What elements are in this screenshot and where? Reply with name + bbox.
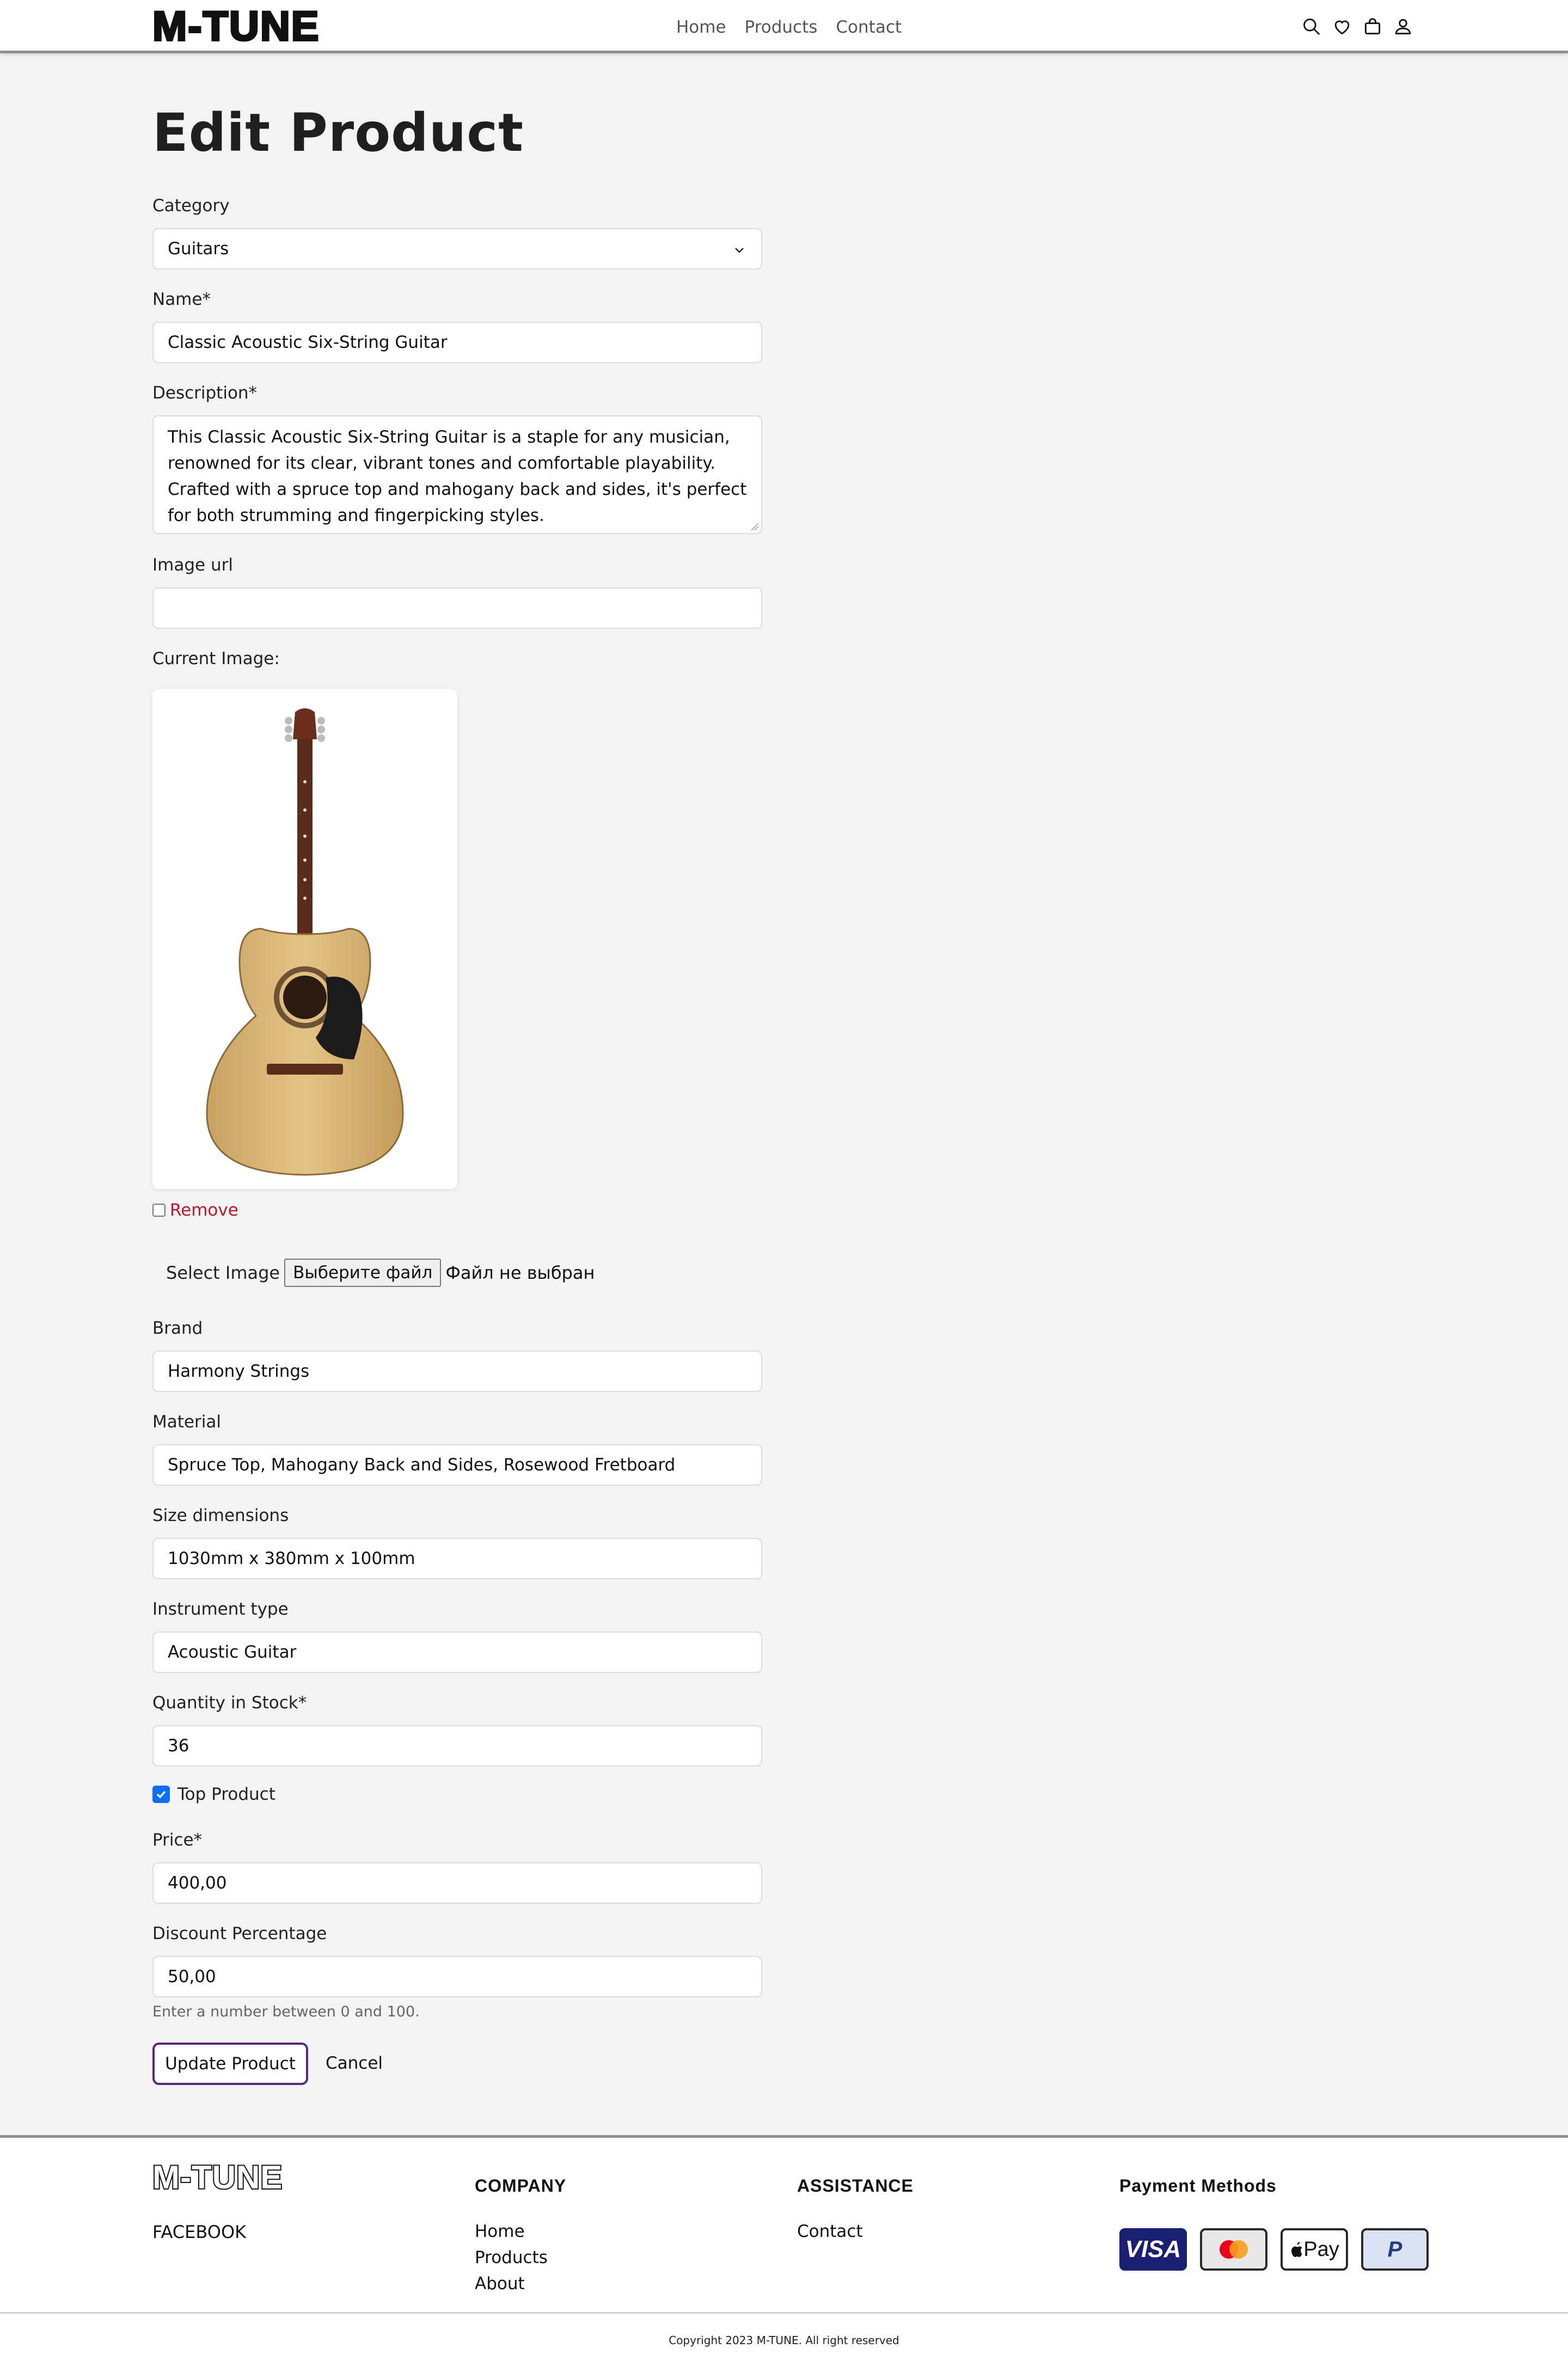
footer-logo[interactable]: M-TUNE xyxy=(151,2158,283,2197)
name-input[interactable]: Classic Acoustic Six-String Guitar xyxy=(152,322,762,363)
update-product-button[interactable]: Update Product xyxy=(152,2043,308,2085)
facebook-link[interactable]: FACEBOOK xyxy=(152,2222,246,2242)
remove-image-checkbox[interactable] xyxy=(152,1204,166,1217)
current-image xyxy=(152,689,457,1189)
mastercard-icon xyxy=(1200,2228,1267,2271)
cancel-link[interactable]: Cancel xyxy=(326,2052,383,2074)
payment-methods: VISA Pay P xyxy=(1119,2228,1429,2271)
discount-help-text: Enter a number between 0 and 100. xyxy=(152,2003,420,2020)
select-image-label: Select Image xyxy=(166,1262,280,1283)
resize-handle-icon[interactable] xyxy=(749,521,759,531)
instrument-type-label: Instrument type xyxy=(152,1599,289,1619)
discount-label: Discount Percentage xyxy=(152,1924,327,1943)
top-product-row: Top Product xyxy=(152,1785,275,1804)
nav-products[interactable]: Products xyxy=(745,15,818,39)
discount-input[interactable]: 50,00 xyxy=(152,1956,762,1997)
chevron-down-icon xyxy=(735,248,744,253)
brand-label: Brand xyxy=(152,1319,203,1338)
brand-logo[interactable]: M-TUNE xyxy=(151,2,320,51)
nav-home[interactable]: Home xyxy=(676,15,726,39)
material-label: Material xyxy=(152,1412,221,1432)
brand-input[interactable]: Harmony Strings xyxy=(152,1351,762,1392)
guitar-image xyxy=(206,708,404,1176)
heart-icon[interactable] xyxy=(1332,16,1352,37)
shopping-bag-icon[interactable] xyxy=(1362,16,1383,37)
visa-icon: VISA xyxy=(1119,2228,1187,2271)
footer: M-TUNE FACEBOOK COMPANY Home Products Ab… xyxy=(0,2135,1568,2367)
payment-heading: Payment Methods xyxy=(1119,2176,1277,2196)
apple-pay-icon: Pay xyxy=(1281,2228,1348,2271)
category-value: Guitars xyxy=(168,239,229,259)
description-label: Description* xyxy=(152,383,258,403)
remove-image-label[interactable]: Remove xyxy=(170,1200,238,1220)
footer-link-home[interactable]: Home xyxy=(475,2218,525,2245)
company-heading: COMPANY xyxy=(475,2176,567,2196)
nav-contact[interactable]: Contact xyxy=(836,15,902,39)
header-icons xyxy=(1301,16,1413,37)
instrument-type-input[interactable]: Acoustic Guitar xyxy=(152,1632,762,1673)
size-label: Size dimensions xyxy=(152,1506,289,1525)
description-text: This Classic Acoustic Six-String Guitar … xyxy=(168,427,747,525)
quantity-label: Quantity in Stock* xyxy=(152,1693,307,1713)
price-label: Price* xyxy=(152,1830,203,1850)
assistance-heading: ASSISTANCE xyxy=(797,2176,914,2196)
footer-link-products[interactable]: Products xyxy=(475,2245,548,2271)
main-nav: Home Products Contact xyxy=(676,15,902,39)
remove-image-row: Remove xyxy=(152,1200,238,1220)
page-title: Edit Product xyxy=(152,102,524,163)
choose-file-button[interactable]: Выберите файл xyxy=(284,1259,442,1287)
current-image-label: Current Image: xyxy=(152,649,280,669)
name-label: Name* xyxy=(152,290,211,309)
category-label: Category xyxy=(152,196,230,216)
image-url-input[interactable] xyxy=(152,587,762,629)
top-navbar: M-TUNE Home Products Contact xyxy=(0,0,1568,53)
category-select[interactable]: Guitars xyxy=(152,228,762,269)
copyright-text: Copyright 2023 M-TUNE. All right reserve… xyxy=(669,2334,899,2347)
search-icon[interactable] xyxy=(1301,16,1322,37)
footer-link-about[interactable]: About xyxy=(475,2271,525,2297)
top-product-checkbox[interactable] xyxy=(152,1786,170,1803)
file-status: Файл не выбран xyxy=(445,1262,595,1283)
footer-link-contact[interactable]: Contact xyxy=(797,2218,863,2245)
top-product-label[interactable]: Top Product xyxy=(177,1785,275,1804)
footer-divider xyxy=(0,2312,1568,2314)
quantity-input[interactable]: 36 xyxy=(152,1725,762,1767)
paypal-icon: P xyxy=(1361,2228,1429,2271)
image-url-label: Image url xyxy=(152,555,233,575)
user-icon[interactable] xyxy=(1393,16,1413,37)
checkmark-icon xyxy=(156,1790,166,1799)
apple-pay-text: Pay xyxy=(1303,2237,1339,2261)
file-picker: Select Image Выберите файл Файл не выбра… xyxy=(166,1259,595,1287)
price-input[interactable]: 400,00 xyxy=(152,1862,762,1904)
size-input[interactable]: 1030mm x 380mm x 100mm xyxy=(152,1538,762,1579)
description-textarea[interactable]: This Classic Acoustic Six-String Guitar … xyxy=(152,415,762,534)
material-input[interactable]: Spruce Top, Mahogany Back and Sides, Ros… xyxy=(152,1444,762,1486)
